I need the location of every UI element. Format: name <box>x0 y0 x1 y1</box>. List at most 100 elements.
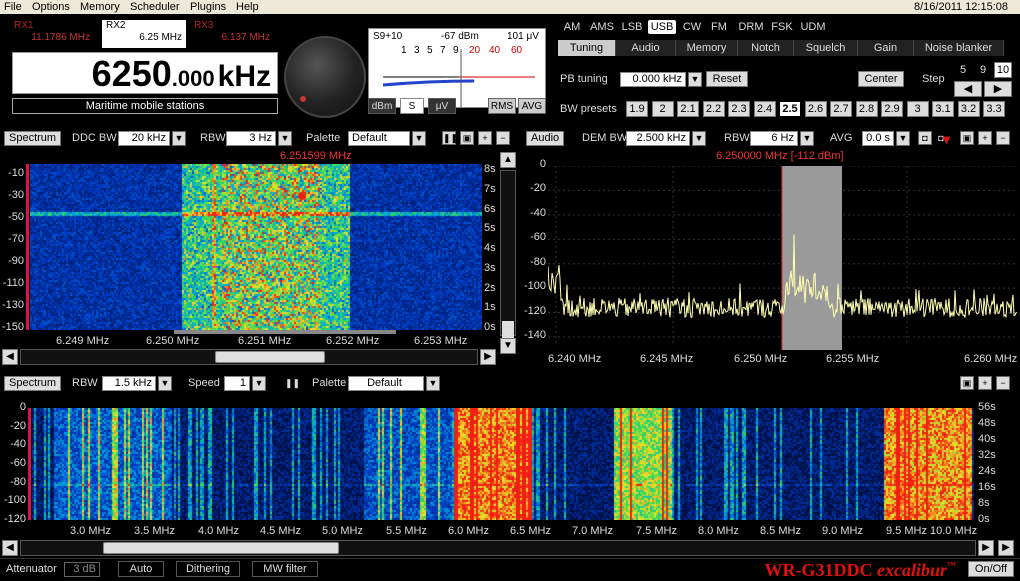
smeter-uv-button[interactable]: μV <box>428 98 456 114</box>
ddc-hscrollbar[interactable] <box>20 349 478 365</box>
bw-preset-3.3[interactable]: 3.3 <box>983 101 1005 117</box>
frequency-display[interactable]: 6250.000 kHz <box>12 52 278 94</box>
ddc-vscroll-up-icon[interactable]: ▲ <box>500 152 516 168</box>
speed-field[interactable]: 1 <box>224 376 250 391</box>
wide-save-icon[interactable]: ▣ <box>960 376 974 390</box>
audio-save-icon[interactable]: ▣ <box>960 131 974 145</box>
bw-preset-2.4[interactable]: 2.4 <box>753 101 776 117</box>
smeter-avg-button[interactable]: AVG <box>518 98 546 114</box>
pause-icon[interactable]: ❚❚ <box>442 131 458 145</box>
reset-button[interactable]: Reset <box>706 71 748 87</box>
ddc-palette-dropdown-icon[interactable]: ▼ <box>412 131 426 146</box>
step-right-icon[interactable]: ▶ <box>984 81 1012 97</box>
bw-preset-2.2[interactable]: 2.2 <box>702 101 725 117</box>
mode-am[interactable]: AM <box>560 20 584 34</box>
step-9[interactable]: 9 <box>974 62 992 78</box>
pb-tuning-field[interactable]: 0.000 kHz <box>620 72 686 87</box>
avg-dropdown-icon[interactable]: ▼ <box>896 131 910 146</box>
audio-button[interactable]: Audio <box>526 131 565 146</box>
bw-preset-2.5[interactable]: 2.5 <box>779 101 801 117</box>
center-button[interactable]: Center <box>858 71 904 87</box>
mode-usb[interactable]: USB <box>648 20 676 34</box>
wide-palette-dropdown-icon[interactable]: ▼ <box>426 376 440 391</box>
bw-preset-2.8[interactable]: 2.8 <box>855 101 878 117</box>
save-icon[interactable]: ▣ <box>460 131 474 145</box>
bw-preset-1.9[interactable]: 1.9 <box>626 101 648 117</box>
bw-preset-3.2[interactable]: 3.2 <box>957 101 980 117</box>
bw-preset-3[interactable]: 3 <box>906 101 929 117</box>
menu-options[interactable]: Options <box>32 0 70 14</box>
menu-file[interactable]: File <box>4 0 22 14</box>
bw-preset-2.3[interactable]: 2.3 <box>728 101 750 117</box>
ddc-scroll-left-icon[interactable]: ◀ <box>2 349 18 365</box>
zoom-out-icon[interactable]: − <box>496 131 510 145</box>
bw-preset-2.9[interactable]: 2.9 <box>881 101 903 117</box>
mode-ams[interactable]: AMS <box>588 20 616 34</box>
wide-scroll-left-icon[interactable]: ◀ <box>2 540 18 556</box>
wide-waterfall[interactable] <box>32 408 974 520</box>
tab-notch[interactable]: Notch <box>738 40 794 56</box>
dem-bw-dropdown-icon[interactable]: ▼ <box>692 131 706 146</box>
wide-hscrollbar[interactable] <box>20 540 976 556</box>
wide-zoom-in-icon[interactable]: + <box>978 376 992 390</box>
tab-tuning[interactable]: Tuning <box>558 40 616 56</box>
ddc-hscroll-thumb[interactable] <box>215 351 325 363</box>
wide-hscroll-thumb[interactable] <box>103 542 339 554</box>
tuning-knob[interactable] <box>284 36 366 118</box>
on-off-button[interactable]: On/Off <box>968 561 1014 577</box>
wide-pause-icon[interactable]: ❚❚ <box>284 376 300 390</box>
ddc-waterfall[interactable] <box>30 164 482 330</box>
speed-dropdown-icon[interactable]: ▼ <box>252 376 266 391</box>
mw-filter-button[interactable]: MW filter <box>252 561 318 577</box>
pb-tuning-dropdown-icon[interactable]: ▼ <box>688 72 702 87</box>
wide-scroll-right-icon[interactable]: ▶ <box>978 540 994 556</box>
ddc-bw-dropdown-icon[interactable]: ▼ <box>172 131 186 146</box>
smeter-s-button[interactable]: S <box>400 98 424 114</box>
tab-squelch[interactable]: Squelch <box>794 40 858 56</box>
audio-rbw-dropdown-icon[interactable]: ▼ <box>800 131 814 146</box>
tab-gain[interactable]: Gain <box>858 40 914 56</box>
auto-button[interactable]: Auto <box>118 561 164 577</box>
bw-preset-2.6[interactable]: 2.6 <box>804 101 827 117</box>
dem-bw-field[interactable]: 2.500 kHz <box>626 131 690 146</box>
audio-spectrum[interactable] <box>548 166 1018 350</box>
step-5[interactable]: 5 <box>954 62 972 78</box>
ddc-scroll-right-icon[interactable]: ▶ <box>480 349 496 365</box>
mode-lsb[interactable]: LSB <box>618 20 646 34</box>
bw-preset-2[interactable]: 2 <box>651 101 674 117</box>
bw-preset-3.1[interactable]: 3.1 <box>932 101 954 117</box>
wide-scroll-end-icon[interactable]: ▶ <box>998 540 1014 556</box>
ddc-rbw-dropdown-icon[interactable]: ▼ <box>278 131 292 146</box>
wide-rbw-dropdown-icon[interactable]: ▼ <box>158 376 172 391</box>
tab-noise-blanker[interactable]: Noise blanker <box>914 40 1004 56</box>
audio-zoom-in-icon[interactable]: + <box>978 131 992 145</box>
audio-rbw-field[interactable]: 6 Hz <box>750 131 798 146</box>
ddc-bw-field[interactable]: 20 kHz <box>118 131 170 146</box>
step-10[interactable]: 10 <box>994 62 1012 78</box>
rx2-tab[interactable]: RX2 6.25 MHz <box>102 20 186 48</box>
rx1-tab[interactable]: RX1 11.1786 MHz <box>10 20 94 48</box>
audio-zoom-out-icon[interactable]: − <box>996 131 1010 145</box>
wide-spectrum-button[interactable]: Spectrum <box>4 376 62 391</box>
mode-drm[interactable]: DRM <box>736 20 766 34</box>
ddc-vscroll-down-icon[interactable]: ▼ <box>500 338 516 354</box>
menu-scheduler[interactable]: Scheduler <box>130 0 180 14</box>
zoom-in-icon[interactable]: + <box>478 131 492 145</box>
step-left-icon[interactable]: ◀ <box>954 81 982 97</box>
smeter-rms-button[interactable]: RMS <box>488 98 516 114</box>
menu-plugins[interactable]: Plugins <box>190 0 226 14</box>
mode-udm[interactable]: UDM <box>798 20 828 34</box>
bw-preset-2.1[interactable]: 2.1 <box>677 101 699 117</box>
mode-cw[interactable]: CW <box>680 20 704 34</box>
ddc-rbw-field[interactable]: 3 Hz <box>226 131 276 146</box>
wide-rbw-field[interactable]: 1.5 kHz <box>102 376 156 391</box>
wide-palette-field[interactable]: Default <box>348 376 424 391</box>
smeter-dbm-button[interactable]: dBm <box>368 98 396 114</box>
ddc-vscroll-thumb[interactable] <box>502 321 514 339</box>
avg-field[interactable]: 0.0 s <box>862 131 894 146</box>
ddc-palette-field[interactable]: Default <box>348 131 410 146</box>
attenuator-field[interactable]: 3 dB <box>64 562 100 577</box>
rx3-tab[interactable]: RX3 6.137 MHz <box>190 20 274 48</box>
ddc-vscrollbar[interactable] <box>500 170 516 339</box>
mode-fm[interactable]: FM <box>708 20 730 34</box>
